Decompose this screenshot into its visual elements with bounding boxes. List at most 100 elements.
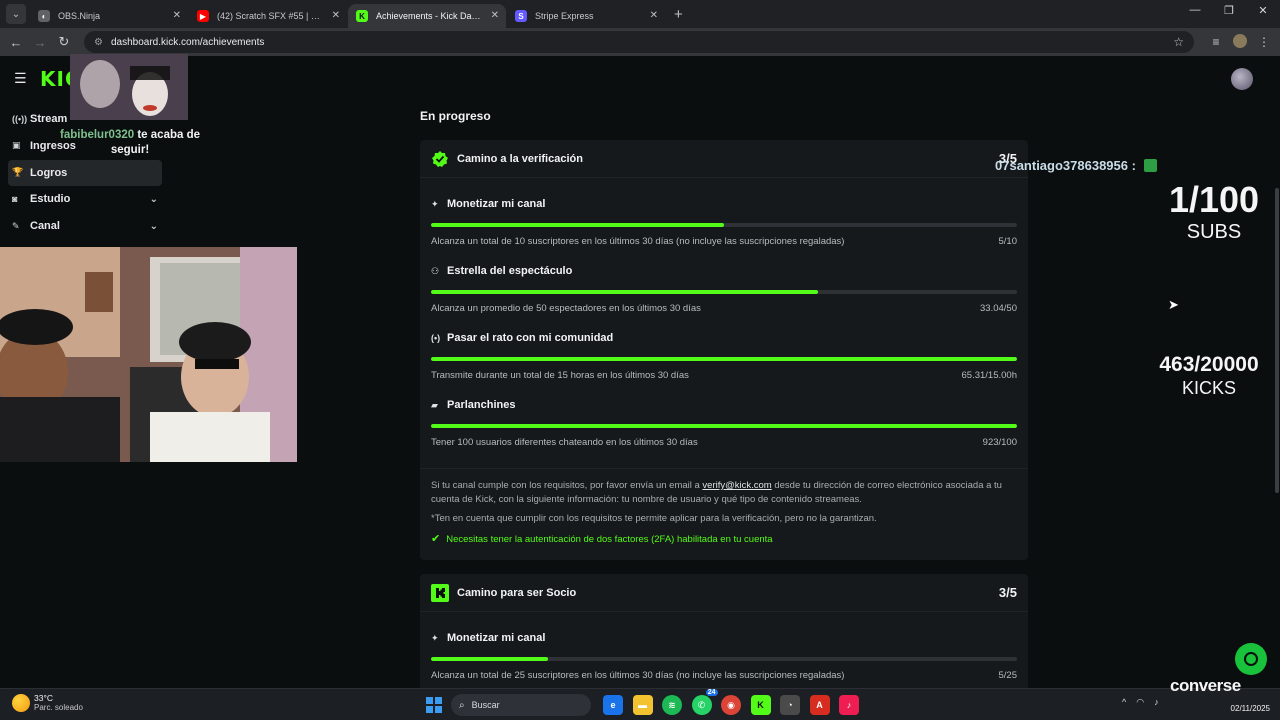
tab-close-icon[interactable]: ✕ [650, 10, 658, 21]
bookmark-star-icon[interactable]: ☆ [1173, 35, 1184, 49]
help-chat-button[interactable] [1235, 643, 1267, 675]
edge-icon[interactable]: e [603, 695, 623, 715]
sparkle-icon: ✦ [431, 198, 439, 209]
network-icon[interactable]: ◠ [1136, 697, 1144, 708]
studio-icon: ◙ [12, 194, 18, 205]
tab-title: OBS.Ninja [58, 11, 101, 21]
progress-track [431, 657, 1017, 661]
task-title: ⚇ Estrella del espectáculo [431, 265, 572, 277]
sidebar-item-estudio[interactable]: ◙ Estudio ⌄ [8, 186, 162, 212]
window-controls: — ❐ ✕ [1178, 4, 1280, 17]
kicks-goal: 463/20000 KICKS [1139, 353, 1279, 399]
weather-description: Parc. soleado [34, 703, 83, 713]
checkmark-icon: ✔ [431, 533, 441, 546]
weather-widget[interactable]: 33°C Parc. soleado [12, 693, 83, 712]
forward-arrow-icon[interactable]: → [28, 35, 52, 50]
sidebar-item-canal[interactable]: ✎ Canal ⌄ [8, 213, 162, 239]
adobe-icon[interactable]: A [809, 695, 830, 715]
tab-obs-ninja[interactable]: ◐ OBS.Ninja ✕ [30, 4, 188, 28]
new-tab-plus-icon[interactable]: + [674, 6, 683, 23]
task-description: Alcanza un total de 25 suscriptores en l… [431, 670, 845, 681]
windows-start-icon[interactable] [426, 697, 442, 713]
browser-tab-bar: ⌄ ◐ OBS.Ninja ✕ ▶ (42) Scratch SFX #55 |… [0, 0, 1280, 28]
minimize-icon[interactable]: — [1178, 4, 1212, 17]
windows-taskbar: 33°C Parc. soleado ⌕ Buscar e ▬ ≋ ✆ 24 ◉ … [0, 688, 1280, 720]
taskbar-search[interactable]: ⌕ Buscar [451, 694, 591, 716]
tab-title: Achievements - Kick Dashboard [376, 11, 482, 21]
verify-email-link[interactable]: verify@kick.com [702, 480, 771, 491]
channel-icon: ✎ [12, 220, 20, 231]
webcam-overlay-main [0, 247, 297, 462]
reading-list-icon[interactable]: ≡ [1204, 35, 1228, 49]
search-placeholder: Buscar [471, 700, 500, 710]
broadcast-icon: ((•)) [12, 114, 28, 124]
task-monetize: ✦ Monetizar mi canal Alcanza un total de… [420, 178, 1028, 247]
taskbar-date: 02/11/2025 [1230, 704, 1270, 713]
url-field[interactable]: ⚙ dashboard.kick.com/achievements ☆ [84, 31, 1194, 53]
tab-kick-dashboard[interactable]: K Achievements - Kick Dashboard ✕ [348, 4, 506, 28]
volume-icon[interactable]: ♪ [1154, 697, 1159, 708]
close-window-icon[interactable]: ✕ [1246, 4, 1280, 17]
tab-search-button[interactable]: ⌄ [6, 4, 26, 24]
sidebar-item-label: Canal [30, 220, 60, 233]
whatsapp-icon[interactable]: ✆ 24 [691, 689, 718, 715]
progress-track [431, 424, 1017, 428]
task-title: ✦ Monetizar mi canal [431, 632, 545, 644]
follower-username: fabibelur0320 [60, 129, 135, 141]
address-bar: ← → ↻ ⚙ dashboard.kick.com/achievements … [0, 28, 1280, 56]
tab-title: (42) Scratch SFX #55 | Disco Rap [217, 11, 323, 21]
verification-note: *Ten en cuenta que cumplir con los requi… [431, 512, 877, 524]
kick-badge-icon [431, 583, 449, 602]
taskbar-clock[interactable]: 02/11/2025 [1231, 694, 1270, 715]
tab-close-icon[interactable]: ✕ [491, 10, 499, 21]
task-value: 5/25 [998, 670, 1018, 681]
menu-hamburger-icon[interactable]: ☰ [14, 70, 27, 87]
whatsapp-badge: 24 [705, 689, 718, 696]
sidebar-nav: ((•)) Stream ▣ Ingresos 🏆 Logros ◙ Estud… [8, 106, 162, 240]
kick-favicon-icon: K [356, 10, 368, 22]
reload-icon[interactable]: ↻ [52, 34, 76, 50]
sidebar-item-label: Estudio [30, 193, 71, 206]
progress-fill [431, 290, 818, 294]
kick-app-icon[interactable]: K [750, 695, 771, 715]
task-description: Tener 100 usuarios diferentes chateando … [431, 437, 698, 448]
revenue-icon: ▣ [12, 140, 21, 151]
obs-icon[interactable]: ◔ [780, 695, 800, 715]
sidebar-item-logros[interactable]: 🏆 Logros [8, 159, 162, 186]
card-header: Camino a la verificación 3/5 [420, 140, 1028, 178]
chevron-down-icon: ⌄ [149, 220, 158, 232]
task-show-star: ⚇ Estrella del espectáculo Alcanza un pr… [420, 245, 1028, 314]
tab-stripe-express[interactable]: S Stripe Express ✕ [507, 4, 665, 28]
sidebar-item-label: Stream [30, 113, 68, 125]
back-arrow-icon[interactable]: ← [4, 35, 28, 50]
site-info-icon[interactable]: ⚙ [94, 37, 103, 48]
user-avatar[interactable] [1231, 68, 1253, 90]
kicks-goal-value: 463/20000 [1159, 353, 1259, 376]
weather-temperature: 33°C [34, 693, 53, 703]
profile-icon[interactable] [1228, 33, 1252, 51]
restore-icon[interactable]: ❐ [1212, 4, 1246, 17]
tray-chevron-icon[interactable]: ^ [1122, 697, 1126, 708]
chrome-icon[interactable]: ◉ [721, 695, 741, 715]
task-title-text: Monetizar mi canal [447, 198, 546, 210]
taskbar-apps: e ▬ ≋ ✆ 24 ◉ K ◔ A ♪ [603, 689, 869, 715]
task-title: ▰ Parlanchines [431, 399, 515, 411]
tab-youtube[interactable]: ▶ (42) Scratch SFX #55 | Disco Rap ✕ [189, 4, 347, 28]
tab-close-icon[interactable]: ✕ [332, 10, 340, 21]
stripe-favicon-icon: S [515, 10, 527, 22]
tab-title: Stripe Express [535, 11, 594, 21]
follow-alert: fabibelur0320 te acaba de seguir! [50, 128, 210, 158]
tab-close-icon[interactable]: ✕ [173, 10, 181, 21]
spotify-icon[interactable]: ≋ [662, 695, 682, 715]
browser-menu-icon[interactable]: ⋮ [1252, 35, 1276, 49]
chat-icon: ▰ [431, 399, 438, 410]
mouse-cursor-icon: ➤ [1168, 297, 1179, 312]
progress-track [431, 357, 1017, 361]
broadcast-icon: (•) [431, 333, 441, 343]
progress-fill [431, 657, 549, 661]
twofa-text: Necesitas tener la autenticación de dos … [446, 534, 773, 546]
file-explorer-icon[interactable]: ▬ [632, 695, 653, 715]
obs-ninja-favicon-icon: ◐ [38, 10, 50, 22]
tiktok-icon[interactable]: ♪ [839, 695, 859, 715]
search-icon: ⌕ [459, 699, 465, 711]
